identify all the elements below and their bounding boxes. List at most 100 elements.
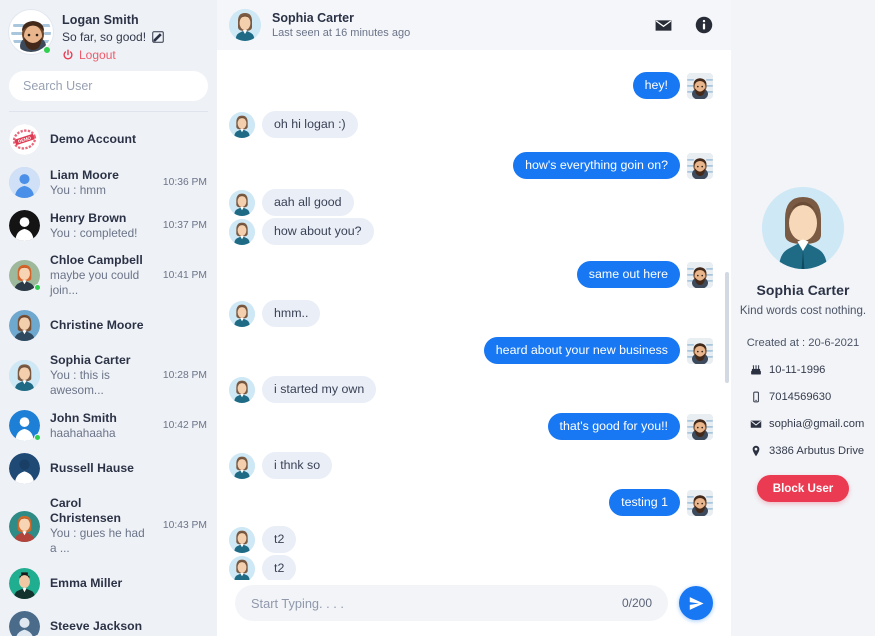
profile-tagline: Kind words cost nothing. bbox=[739, 304, 867, 317]
chat-scrollbar-thumb[interactable] bbox=[725, 272, 729, 384]
sender-avatar bbox=[687, 152, 713, 179]
contact-body: Chloe Campbell maybe you could join... bbox=[50, 253, 149, 298]
chat-header-avatar[interactable] bbox=[229, 9, 261, 41]
message-bubble: that's good for you!! bbox=[547, 413, 680, 440]
contact-name: Sophia Carter bbox=[50, 353, 131, 367]
contact-name: John Smith bbox=[50, 410, 117, 425]
logout-label[interactable]: Logout bbox=[79, 47, 116, 63]
contact-list-item[interactable]: Russell Hause bbox=[0, 447, 217, 490]
contact-body: Russell Hause bbox=[50, 461, 149, 476]
profile-created-at: Created at : 20-6-2021 bbox=[746, 337, 860, 349]
block-user-button[interactable]: Block User bbox=[756, 475, 850, 502]
recipient-avatar bbox=[229, 452, 255, 479]
woman-avatar-icon bbox=[229, 9, 261, 41]
message-bubble: t2 bbox=[262, 526, 297, 553]
logout-row[interactable]: Logout bbox=[62, 47, 164, 63]
current-user-card: Logan Smith So far, so good! Logout bbox=[0, 0, 217, 69]
search-input[interactable] bbox=[9, 71, 208, 101]
online-status-dot bbox=[34, 434, 41, 441]
profile-detail-value: sophia@gmail.com bbox=[769, 418, 865, 430]
message-input[interactable] bbox=[251, 595, 614, 611]
message-bubble: heard about your new business bbox=[483, 337, 680, 364]
contact-avatar-wrap bbox=[9, 310, 40, 341]
recipient-avatar bbox=[229, 218, 255, 245]
contact-body: Christine Moore bbox=[50, 318, 149, 333]
person-green-icon bbox=[9, 568, 40, 599]
current-user-status-row: So far, so good! bbox=[62, 29, 164, 45]
contact-avatar-wrap bbox=[9, 410, 41, 441]
profile-details: 10-11-1996 7014569630 sophia@gmail.com 3… bbox=[731, 364, 875, 472]
user-black-icon bbox=[9, 210, 40, 241]
sidebar: Logan Smith So far, so good! Logout Sear… bbox=[0, 0, 217, 636]
contact-list-item[interactable]: Emma Miller bbox=[0, 562, 217, 605]
contact-preview-message: You : this is awesom... bbox=[50, 368, 110, 397]
user-navy-icon bbox=[9, 453, 40, 484]
outgoing-message: same out here bbox=[229, 261, 713, 288]
profile-detail-row: sophia@gmail.com bbox=[750, 418, 875, 430]
contact-list-item[interactable]: Sophia Carter You : this is awesom... 10:2… bbox=[0, 347, 217, 404]
recipient-avatar bbox=[229, 376, 255, 403]
location-pin-icon bbox=[750, 445, 762, 457]
chat-header-info: Sophia Carter Last seen at 16 minutes ag… bbox=[272, 10, 643, 41]
user-steel-icon bbox=[9, 611, 40, 636]
profile-detail-row: 10-11-1996 bbox=[750, 364, 875, 376]
chat-contact-name: Sophia Carter bbox=[272, 10, 354, 25]
outgoing-message: heard about your new business bbox=[229, 337, 713, 364]
incoming-message: oh hi logan :) bbox=[229, 111, 713, 138]
incoming-message: i started my own bbox=[229, 376, 713, 403]
profile-detail-value: 7014569630 bbox=[769, 391, 832, 403]
recipient-avatar bbox=[229, 189, 255, 216]
chat-panel: Sophia Carter Last seen at 16 minutes ag… bbox=[217, 0, 731, 636]
contact-list-item[interactable]: John Smith haahahaaha 10:42 PM bbox=[0, 404, 217, 447]
message-bubble: i started my own bbox=[262, 376, 377, 403]
contact-timestamp: 10:41 PM bbox=[162, 269, 207, 281]
contact-name: Chloe Campbell bbox=[50, 253, 143, 267]
woman-sophia-icon bbox=[9, 360, 40, 391]
message-bubble: i thnk so bbox=[262, 452, 333, 479]
outgoing-message: hey! bbox=[229, 72, 713, 99]
incoming-message: hmm.. bbox=[229, 300, 713, 327]
contact-timestamp: 10:28 PM bbox=[162, 369, 207, 381]
contact-timestamp: 10:43 PM bbox=[162, 520, 207, 531]
profile-avatar bbox=[762, 187, 844, 269]
current-user-status: So far, so good! bbox=[62, 30, 147, 44]
contact-list-item[interactable]: Liam Moore You : hmm 10:36 PM bbox=[0, 161, 217, 204]
profile-detail-value: 3386 Arbutus Drive bbox=[769, 445, 865, 457]
contact-timestamp: 10:36 PM bbox=[162, 176, 207, 188]
envelope-icon[interactable] bbox=[654, 16, 673, 35]
profile-detail-value: 10-11-1996 bbox=[769, 364, 826, 376]
birthday-cake-icon bbox=[750, 364, 762, 376]
contact-name: Russell Hause bbox=[50, 461, 134, 475]
contact-avatar-wrap bbox=[9, 167, 40, 198]
message-list[interactable]: hey! oh hi logan:) how's everything goi… bbox=[217, 50, 731, 580]
contact-timestamp: 10:37 PM bbox=[162, 219, 207, 231]
contact-timestamp: 10:42 PM bbox=[162, 419, 207, 431]
contact-list-item[interactable]: Henry Brown You : completed! 10:37 PM bbox=[0, 204, 217, 247]
woman-avatar-icon bbox=[762, 187, 844, 269]
edit-pencil-icon[interactable] bbox=[152, 31, 164, 43]
envelope-icon bbox=[750, 418, 762, 430]
contact-avatar-wrap: DEMO bbox=[9, 124, 40, 155]
message-input-pill[interactable]: 0/200 bbox=[235, 585, 668, 621]
mobile-phone-icon bbox=[750, 391, 762, 403]
contact-list-item[interactable]: Steeve Jackson bbox=[0, 605, 217, 636]
info-circle-icon[interactable] bbox=[695, 16, 713, 34]
contact-list-item[interactable]: Christine Moore bbox=[0, 304, 217, 347]
incoming-message: t2 bbox=[229, 526, 713, 553]
online-status-dot bbox=[43, 46, 51, 54]
chat-scrollbar[interactable] bbox=[725, 102, 729, 528]
contact-list-item[interactable]: Chloe Campbell maybe you could join... 10:… bbox=[0, 247, 217, 304]
user-blue-light-icon bbox=[9, 167, 40, 198]
contact-list-item[interactable]: DEMO Demo Account bbox=[0, 118, 217, 161]
contact-name: Demo Account bbox=[50, 132, 137, 146]
message-bubble: how's everything goin on? bbox=[513, 152, 680, 179]
contact-avatar-wrap bbox=[9, 568, 40, 599]
contact-preview-message: You : gues he had a ... bbox=[50, 526, 145, 555]
contact-list-item[interactable]: Carol Christensen You : gues he had a ...… bbox=[0, 490, 217, 562]
contact-preview-message: You : hmm bbox=[50, 182, 106, 197]
power-icon bbox=[62, 49, 74, 61]
contact-body: Carol Christensen You : gues he had a ... bbox=[50, 496, 149, 556]
message-bubble: hey! bbox=[632, 72, 680, 99]
send-button[interactable] bbox=[679, 586, 713, 620]
contact-list[interactable]: DEMO Demo Account Liam Moore You : hmm 10:… bbox=[0, 112, 217, 636]
